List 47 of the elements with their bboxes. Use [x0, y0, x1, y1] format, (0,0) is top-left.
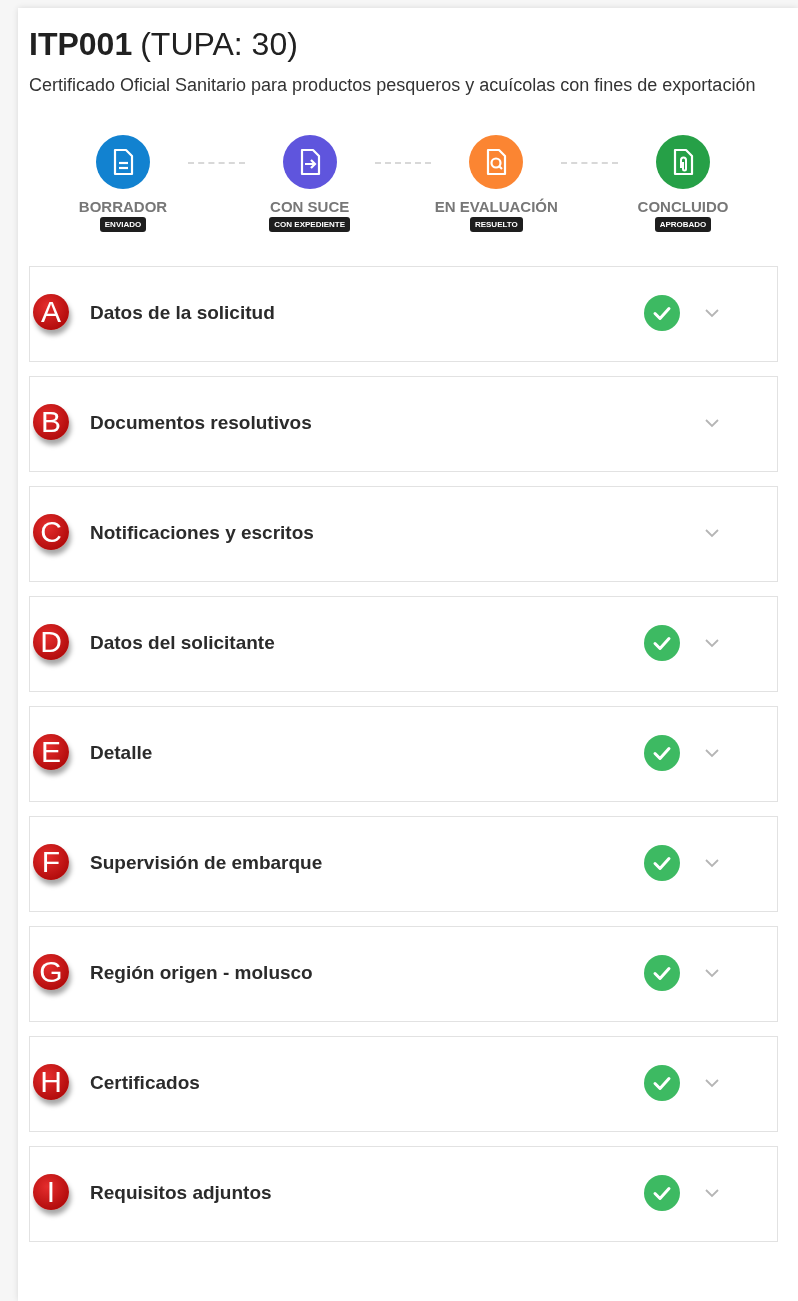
letter-marker: I: [33, 1174, 69, 1210]
accordion-panel[interactable]: C Notificaciones y escritos: [29, 486, 778, 582]
tupa-number: (TUPA: 30): [140, 26, 298, 62]
accordion-panel[interactable]: D Datos del solicitante: [29, 596, 778, 692]
letter-marker: A: [33, 294, 69, 330]
section-title: Documentos resolutivos: [90, 411, 312, 435]
accordion-panel[interactable]: A Datos de la solicitud: [29, 266, 778, 362]
chevron-down-icon[interactable]: [705, 749, 719, 758]
chevron-down-icon[interactable]: [705, 309, 719, 318]
step-label: CONCLUIDO: [637, 198, 729, 215]
section-title: Detalle: [90, 741, 153, 765]
section-title: Datos del solicitante: [90, 631, 275, 655]
letter-marker: G: [33, 954, 69, 990]
accordion-panel[interactable]: H Certificados: [29, 1036, 778, 1132]
chevron-down-icon[interactable]: [705, 969, 719, 978]
status-badge: CON EXPEDIENTE: [269, 217, 350, 232]
status-badge: RESUELTO: [469, 217, 523, 232]
step-label: EN EVALUACIÓN: [434, 198, 558, 215]
letter-marker: H: [33, 1064, 69, 1100]
chevron-down-icon[interactable]: [705, 529, 719, 538]
section-title: Notificaciones y escritos: [90, 521, 314, 545]
accordion-panel[interactable]: G Región origen - molusco: [29, 926, 778, 1022]
section-title: Supervisión de embarque: [90, 851, 323, 875]
chevron-down-icon[interactable]: [705, 419, 719, 428]
procedure-description: Certificado Oficial Sanitario para productos pesqueros y acuícolas con fines de exportación: [29, 74, 757, 97]
accordion-panel[interactable]: E Detalle: [29, 706, 778, 802]
step-label: CON SUCE: [270, 198, 350, 215]
accordion-panel[interactable]: I Requisitos adjuntos: [29, 1146, 778, 1242]
section-title: Certificados: [90, 1071, 200, 1095]
chevron-down-icon[interactable]: [705, 639, 719, 648]
section-title: Datos de la solicitud: [90, 301, 275, 325]
letter-marker: F: [33, 844, 69, 880]
status-badge: ENVIADO: [99, 217, 147, 232]
letter-marker: C: [33, 514, 69, 550]
step-label: BORRADOR: [78, 198, 168, 215]
section-title: Región origen - molusco: [90, 961, 313, 985]
status-badge: APROBADO: [654, 217, 712, 232]
accordion-panel[interactable]: B Documentos resolutivos: [29, 376, 778, 472]
letter-marker: B: [33, 404, 69, 440]
letter-marker: D: [33, 624, 69, 660]
chevron-down-icon[interactable]: [705, 859, 719, 868]
procedure-code: ITP001: [29, 26, 133, 62]
chevron-down-icon[interactable]: [705, 1079, 719, 1088]
chevron-down-icon[interactable]: [705, 1189, 719, 1198]
section-title: Requisitos adjuntos: [90, 1181, 272, 1205]
accordion-panel[interactable]: F Supervisión de embarque: [29, 816, 778, 912]
letter-marker: E: [33, 734, 69, 770]
